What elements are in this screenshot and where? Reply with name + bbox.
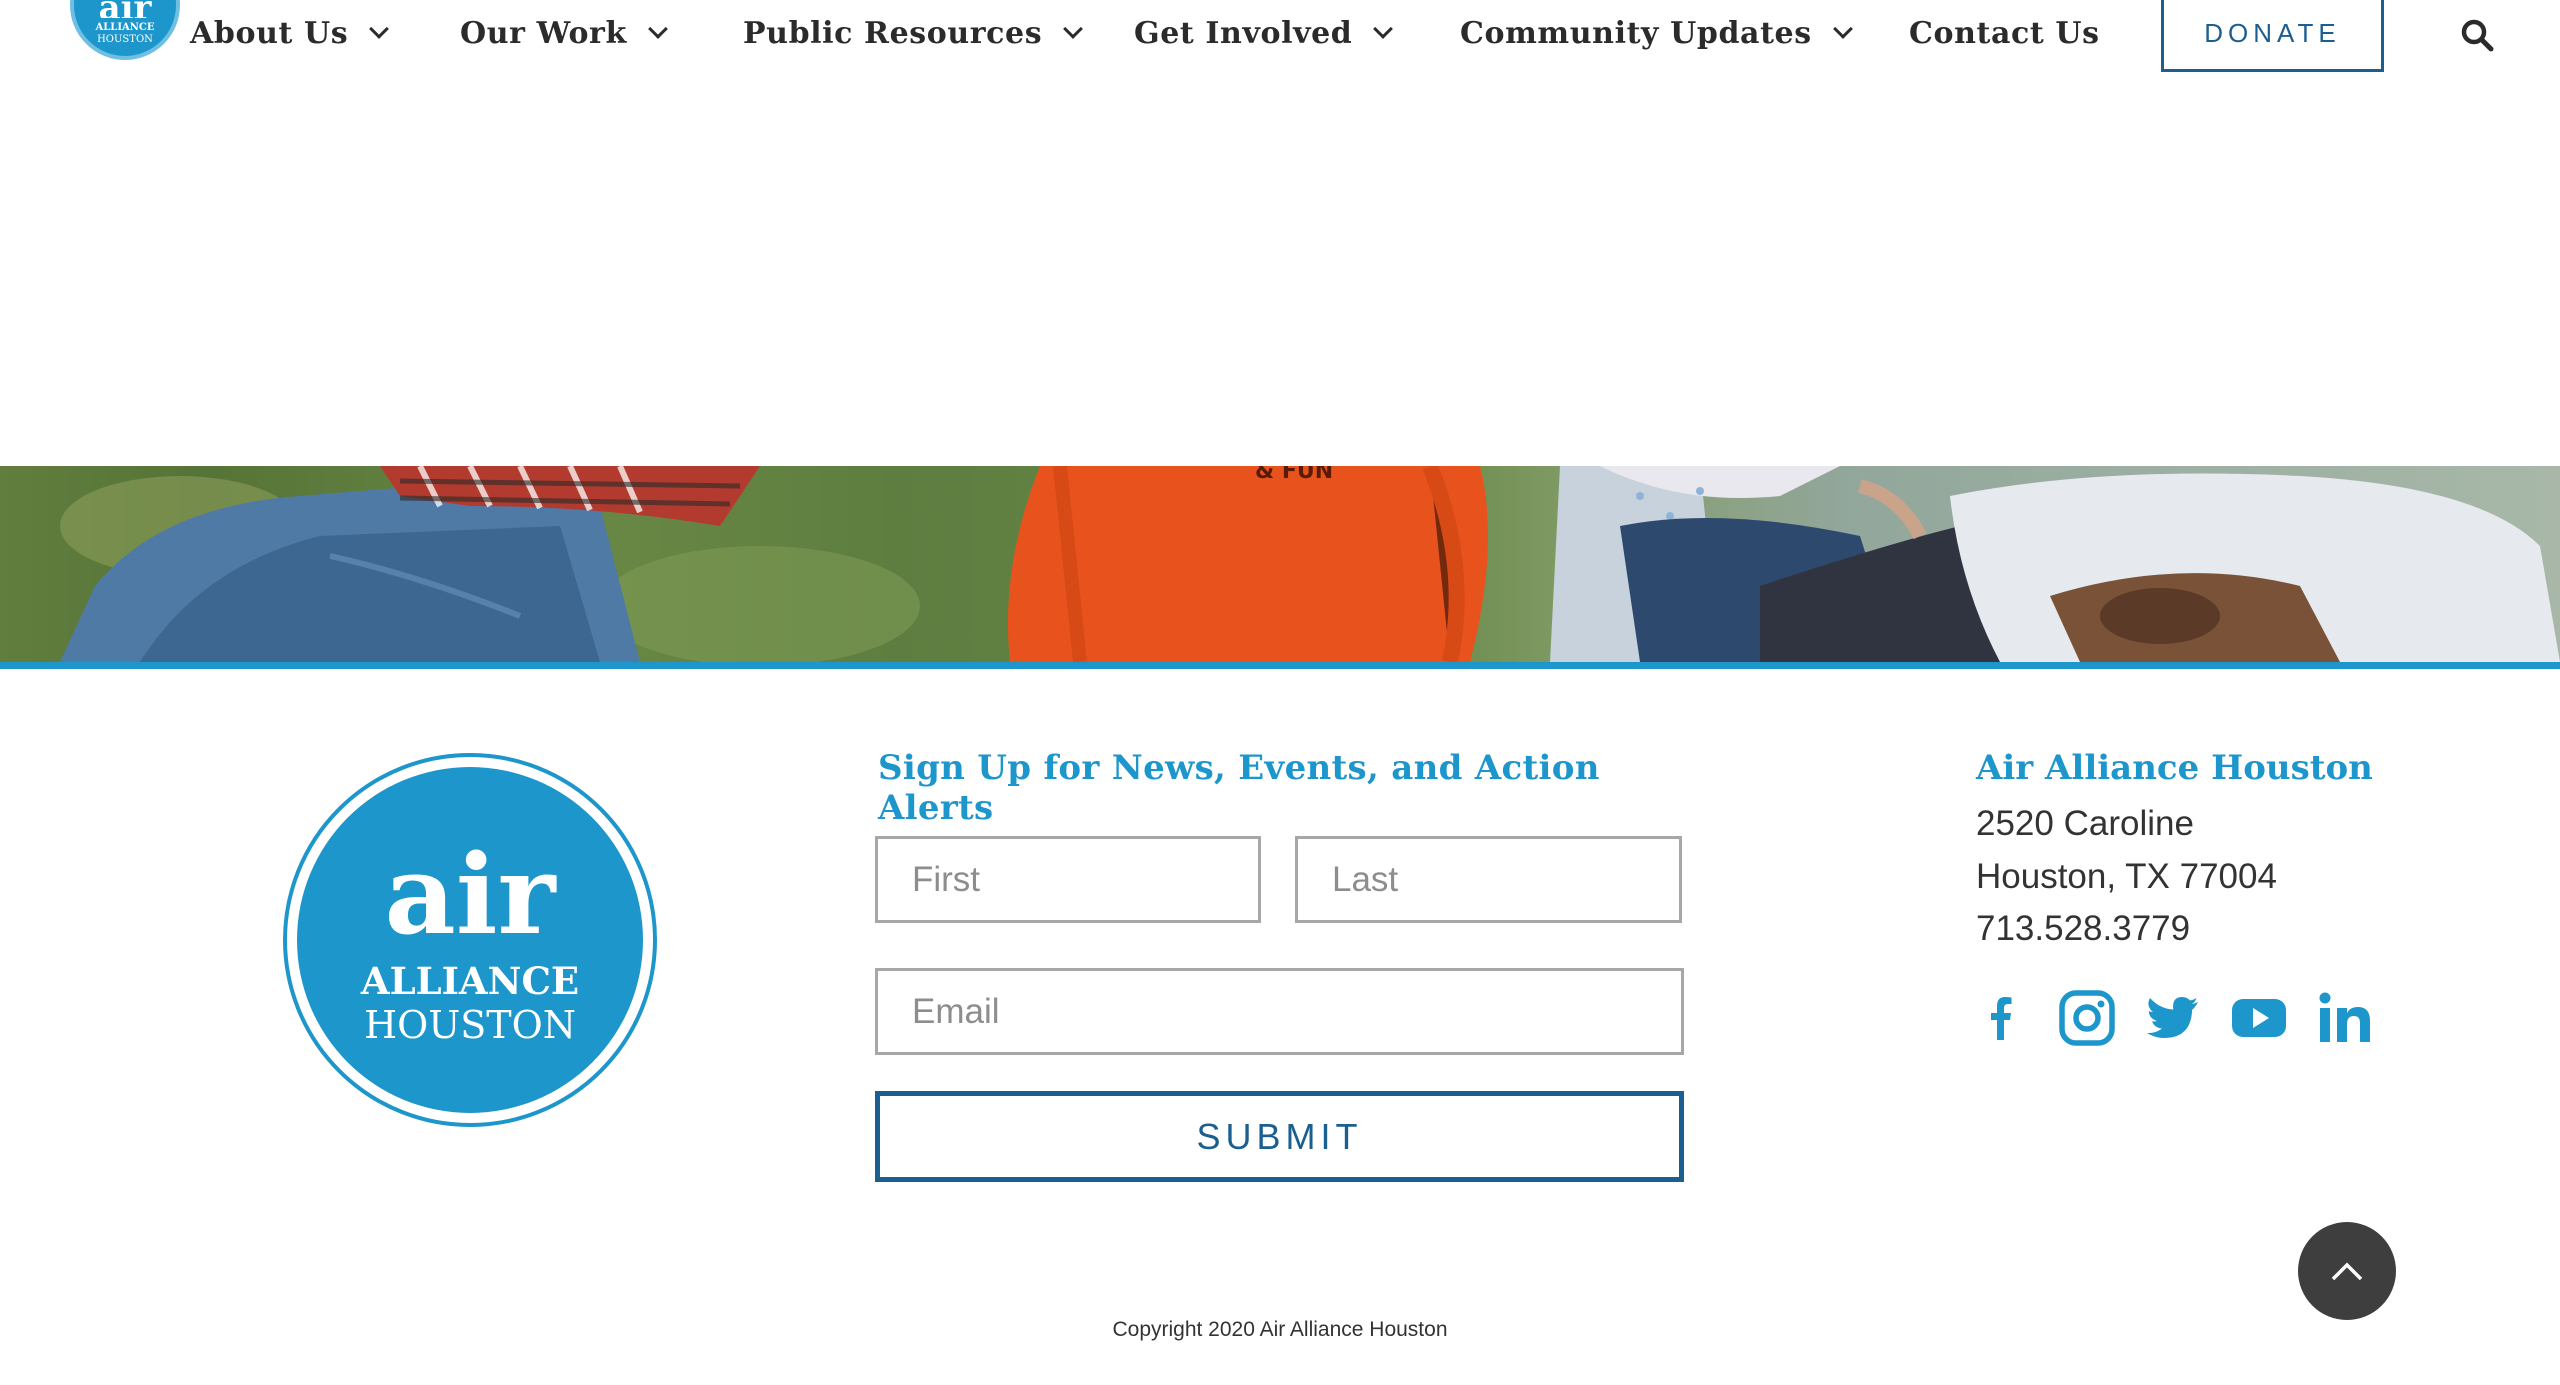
site-header: air ALLIANCE HOUSTON About Us Our Work P… [0,0,2560,92]
nav-community-updates[interactable]: Community Updates [1460,8,1853,58]
logo-line-1: ALLIANCE [360,959,580,1003]
phone-number[interactable]: 713.528.3779 [1976,909,2190,949]
nav-label: Our Work [460,15,627,51]
chevron-down-icon [1373,19,1394,39]
footer-logo-badge: air ALLIANCE HOUSTON [297,767,643,1113]
donate-button[interactable]: DONATE [2161,0,2384,72]
copyright-text: Copyright 2020 Air Alliance Houston [1112,1318,1448,1341]
address-city: Houston, TX 77004 [1976,857,2277,896]
logo-line-2: HOUSTON [363,1003,577,1047]
hero-accent-bar [0,662,2560,669]
nav-get-involved[interactable]: Get Involved [1134,8,1394,58]
svg-text:& FUN: & FUN [1255,466,1333,484]
chevron-down-icon [647,19,668,39]
email-input[interactable] [875,968,1684,1055]
hero-photo: & FUN [0,466,2560,662]
linkedin-icon[interactable] [2317,990,2373,1046]
first-name-input[interactable] [875,836,1261,923]
chevron-down-icon [1832,19,1853,39]
back-to-top-button[interactable] [2298,1222,2396,1320]
search-icon[interactable] [2460,18,2494,52]
nav-public-resources[interactable]: Public Resources [743,8,1084,58]
footer-logo[interactable]: air ALLIANCE HOUSTON [283,753,657,1127]
nav-our-work[interactable]: Our Work [460,8,668,58]
last-name-input[interactable] [1295,836,1682,923]
nav-label: About Us [190,15,349,51]
submit-button[interactable]: SUBMIT [875,1091,1684,1182]
logo-word: air [384,830,556,959]
instagram-icon[interactable] [2059,990,2115,1046]
logo-line-2: HOUSTON [97,34,153,45]
youtube-icon[interactable] [2231,990,2287,1046]
chevron-up-icon [2331,1262,2363,1281]
facebook-icon[interactable] [1973,990,2029,1046]
signup-heading: Sign Up for News, Events, and Action Ale… [878,748,1600,828]
address-street: 2520 Caroline [1976,804,2194,843]
hero-photo-illustration: & FUN [0,466,2560,662]
org-name: Air Alliance Houston [1976,748,2373,788]
nav-label: Community Updates [1460,15,1812,51]
chevron-down-icon [1063,19,1084,39]
nav-contact-us[interactable]: Contact Us [1909,8,2100,58]
nav-label: Contact Us [1909,15,2100,51]
site-logo[interactable]: air ALLIANCE HOUSTON [70,0,180,60]
logo-line-1: ALLIANCE [95,22,155,33]
twitter-icon[interactable] [2145,990,2201,1046]
chevron-down-icon [369,19,390,39]
logo-word: air [74,0,176,18]
nav-about-us[interactable]: About Us [190,8,390,58]
nav-label: Public Resources [743,15,1043,51]
nav-label: Get Involved [1134,15,1353,51]
